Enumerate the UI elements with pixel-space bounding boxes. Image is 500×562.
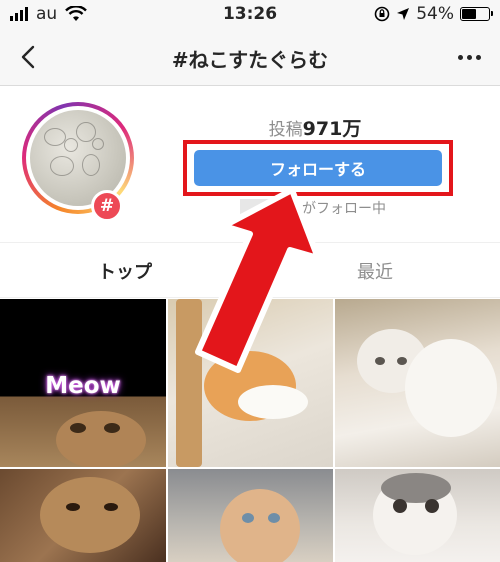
tab-top[interactable]: トップ [0,243,250,299]
status-bar: au 13:26 54% [0,0,500,30]
location-arrow-icon [397,8,410,20]
hashtag-icon: # [91,190,123,222]
status-right: 54% [374,4,493,24]
follow-button-highlight [183,140,453,196]
battery-percent: 54% [416,4,454,24]
battery-icon [460,7,493,21]
hashtag-header: # 投稿971万 フォローする がフォロー中 [0,86,500,242]
grid-post-4[interactable] [0,469,166,562]
post-count-value: 971万 [302,118,362,140]
followers-preview[interactable]: がフォロー中 [240,198,386,218]
grid-post-5[interactable] [168,469,333,562]
feed-tabs: トップ 最近 [0,242,500,298]
more-dots-icon[interactable] [452,42,486,72]
meow-caption: Meow [45,373,121,399]
grid-post-1[interactable]: Meow [0,299,166,467]
battery-fill [462,9,477,19]
follower-avatars [240,199,296,217]
page-title: #ねこすたぐらむ [171,48,329,72]
lock-rotation-icon [374,6,390,22]
grid-post-2[interactable] [168,299,333,467]
post-count-label: 投稿 [268,120,303,140]
post-count: 投稿971万 [185,114,445,141]
followers-text: がフォロー中 [302,201,386,217]
grid-post-6[interactable] [335,469,500,562]
post-grid: Meow [0,299,500,562]
grid-post-3[interactable] [335,299,500,467]
navigation-bar: #ねこすたぐらむ [0,30,500,86]
tab-recent[interactable]: 最近 [250,243,500,299]
